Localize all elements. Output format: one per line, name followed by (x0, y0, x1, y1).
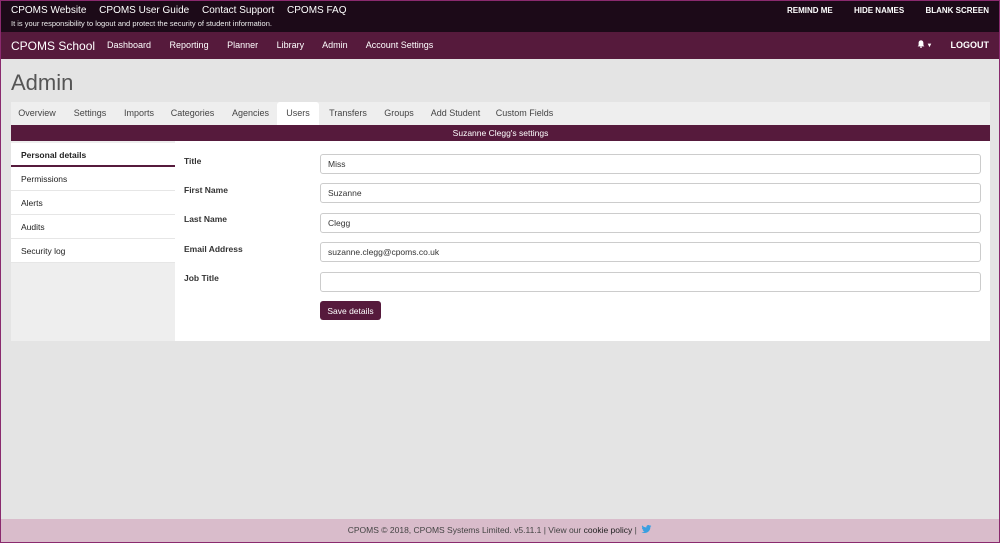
admin-tabs: Overview Settings Imports Categories Age… (11, 102, 990, 125)
page-title: Admin (11, 70, 74, 95)
cookie-policy-link[interactable]: cookie policy (584, 525, 633, 535)
utility-links: CPOMS Website CPOMS User Guide Contact S… (11, 5, 356, 16)
sidebar-item-personal-details[interactable]: Personal details (11, 143, 175, 167)
tab-custom-fields[interactable]: Custom Fields (490, 102, 559, 125)
tab-agencies[interactable]: Agencies (224, 102, 277, 125)
tab-users[interactable]: Users (277, 102, 319, 125)
security-warning: It is your responsibility to logout and … (11, 19, 272, 28)
bell-icon[interactable] (917, 40, 925, 48)
brand-name[interactable]: CPOMS School (11, 39, 95, 53)
nav-item-reporting[interactable]: Reporting (170, 40, 209, 50)
faq-link[interactable]: CPOMS FAQ (287, 5, 346, 16)
nav-item-dashboard[interactable]: Dashboard (107, 40, 151, 50)
nav-right: ▼ LOGOUT (917, 40, 989, 50)
sidebar-item-permissions[interactable]: Permissions (11, 167, 175, 191)
hide-names-button[interactable]: HIDE NAMES (854, 6, 904, 15)
utility-actions: REMIND ME HIDE NAMES BLANK SCREEN (768, 6, 989, 15)
user-guide-link[interactable]: CPOMS User Guide (99, 5, 189, 16)
job-title-input[interactable] (320, 272, 981, 292)
title-input[interactable] (320, 154, 981, 174)
nav-items: Dashboard Reporting Planner Library Admi… (107, 40, 449, 50)
section-title: Suzanne Clegg's settings (11, 125, 990, 141)
first-name-label: First Name (184, 185, 228, 195)
tab-overview[interactable]: Overview (11, 102, 63, 125)
footer: CPOMS © 2018, CPOMS Systems Limited. v5.… (1, 519, 999, 542)
sidebar-item-alerts[interactable]: Alerts (11, 191, 175, 215)
sidebar-item-audits[interactable]: Audits (11, 215, 175, 239)
email-input[interactable] (320, 242, 981, 262)
save-details-button[interactable]: Save details (320, 301, 381, 320)
last-name-label: Last Name (184, 214, 227, 224)
top-utility-bar: CPOMS Website CPOMS User Guide Contact S… (1, 1, 999, 32)
nav-item-account-settings[interactable]: Account Settings (366, 40, 434, 50)
job-title-label: Job Title (184, 273, 219, 283)
nav-item-admin[interactable]: Admin (322, 40, 348, 50)
sidebar-item-security-log[interactable]: Security log (11, 239, 175, 263)
tab-imports[interactable]: Imports (117, 102, 161, 125)
chevron-down-icon[interactable]: ▼ (927, 43, 933, 49)
last-name-input[interactable] (320, 213, 981, 233)
title-label: Title (184, 156, 202, 166)
tab-groups[interactable]: Groups (377, 102, 421, 125)
logout-button[interactable]: LOGOUT (951, 40, 990, 50)
tab-transfers[interactable]: Transfers (322, 102, 374, 125)
nav-item-planner[interactable]: Planner (227, 40, 258, 50)
twitter-icon[interactable] (641, 525, 652, 534)
tab-settings[interactable]: Settings (66, 102, 114, 125)
cpoms-website-link[interactable]: CPOMS Website (11, 5, 86, 16)
footer-separator: | (634, 525, 637, 535)
settings-panel: Personal details Permissions Alerts Audi… (11, 141, 990, 341)
blank-screen-button[interactable]: BLANK SCREEN (925, 6, 989, 15)
settings-sidebar: Personal details Permissions Alerts Audi… (11, 141, 175, 341)
tab-add-student[interactable]: Add Student (424, 102, 487, 125)
footer-text: CPOMS © 2018, CPOMS Systems Limited. v5.… (347, 525, 582, 535)
first-name-input[interactable] (320, 183, 981, 203)
remind-me-button[interactable]: REMIND ME (787, 6, 833, 15)
main-nav: CPOMS School Dashboard Reporting Planner… (1, 32, 999, 59)
email-label: Email Address (184, 244, 243, 254)
contact-support-link[interactable]: Contact Support (202, 5, 274, 16)
tab-categories[interactable]: Categories (164, 102, 221, 125)
nav-item-library[interactable]: Library (277, 40, 305, 50)
